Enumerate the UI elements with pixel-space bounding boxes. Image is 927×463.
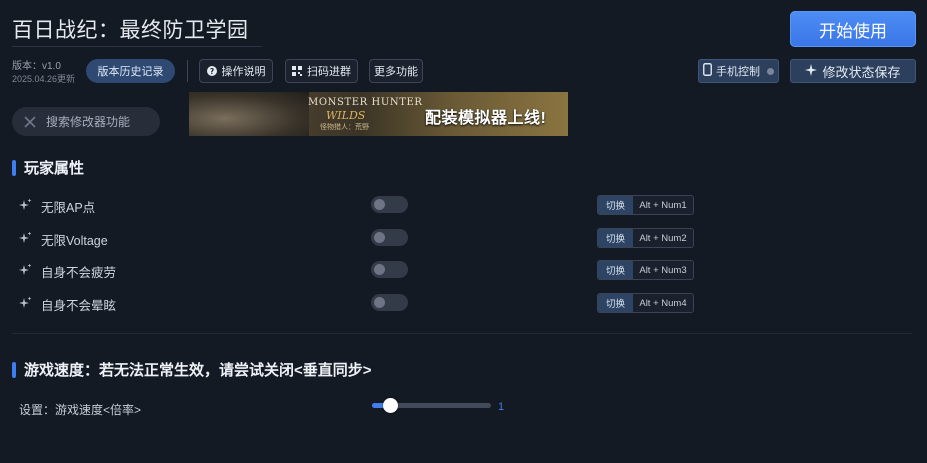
banner-headline: 配装模拟器上线! — [425, 110, 547, 127]
more-features-button[interactable]: 更多功能 — [369, 59, 423, 83]
feature-label: 无限Voltage — [41, 234, 108, 248]
feature-label: 自身不会晕眩 — [41, 299, 117, 313]
connection-status-dot — [767, 67, 774, 75]
svg-text:?: ? — [209, 67, 213, 76]
feature-label: 自身不会疲劳 — [41, 266, 117, 280]
hotkey-switch-button[interactable]: 切换 — [598, 294, 633, 312]
hotkey-group: 切换 Alt + Num4 — [597, 293, 694, 313]
title-underline — [12, 46, 262, 47]
banner-artwork — [189, 92, 309, 136]
toggle-knob — [374, 199, 385, 210]
hotkey-keys[interactable]: Alt + Num1 — [633, 196, 693, 214]
page-title: 百日战纪：最终防卫学园 — [12, 19, 249, 42]
speed-setting-label: 设置：游戏速度<倍率> — [19, 403, 142, 417]
section-accent-bar — [12, 361, 16, 378]
version-date: 2025.04.26更新 — [12, 74, 76, 84]
version-label: 版本：v1.0 — [12, 61, 61, 72]
search-placeholder: 搜索修改器功能 — [46, 115, 131, 129]
more-features-label: 更多功能 — [374, 66, 418, 78]
hotkey-keys[interactable]: Alt + Num2 — [633, 229, 693, 247]
start-button[interactable]: 开始使用 — [790, 11, 916, 47]
save-state-button[interactable]: 修改状态保存 — [790, 59, 916, 83]
toggle-knob — [374, 232, 385, 243]
hotkey-keys[interactable]: Alt + Num4 — [633, 294, 693, 312]
phone-control-button[interactable]: 手机控制 — [698, 59, 779, 83]
sparkle-icon — [18, 231, 32, 245]
banner-brand-title: MONSTER HUNTER — [308, 97, 423, 108]
save-state-label: 修改状态保存 — [822, 64, 901, 80]
sparkle-icon — [18, 296, 32, 310]
banner-brand-cn: 怪物猎人：荒野 — [320, 124, 369, 131]
feature-toggle[interactable] — [371, 294, 408, 311]
instructions-button[interactable]: ? 操作说明 — [199, 59, 273, 83]
sparkle-icon — [18, 198, 32, 212]
player-section-header: 玩家属性 — [12, 157, 84, 178]
section-accent-bar — [12, 159, 16, 176]
feature-row: 无限Voltage 切换 Alt + Num2 — [18, 228, 698, 248]
hotkey-switch-button[interactable]: 切换 — [598, 261, 633, 279]
toggle-knob — [374, 264, 385, 275]
feature-toggle[interactable] — [371, 261, 408, 278]
hotkey-keys[interactable]: Alt + Num3 — [633, 261, 693, 279]
version-info: 版本：v1.0 2025.04.26更新 — [12, 61, 75, 85]
qr-join-button[interactable]: 扫码进群 — [285, 59, 358, 83]
hotkey-switch-button[interactable]: 切换 — [598, 229, 633, 247]
phone-icon — [703, 63, 712, 79]
feature-row: 无限AP点 切换 Alt + Num1 — [18, 195, 698, 215]
toggle-knob — [374, 297, 385, 308]
player-section-title: 玩家属性 — [24, 160, 85, 177]
hotkey-group: 切换 Alt + Num1 — [597, 195, 694, 215]
search-input[interactable]: 搜索修改器功能 — [12, 107, 160, 136]
phone-control-label: 手机控制 — [716, 66, 760, 78]
feature-row: 自身不会疲劳 切换 Alt + Num3 — [18, 260, 698, 280]
hotkey-group: 切换 Alt + Num2 — [597, 228, 694, 248]
speed-section-title: 游戏速度：若无法正常生效，请尝试关闭<垂直同步> — [24, 362, 372, 379]
promo-banner[interactable]: MONSTER HUNTER WILDS 怪物猎人：荒野 配装模拟器上线! — [189, 92, 568, 136]
version-history-button[interactable]: 版本历史记录 — [86, 59, 175, 83]
banner-brand-subtitle: WILDS — [326, 109, 366, 122]
speed-slider-thumb[interactable] — [382, 398, 398, 413]
feature-toggle[interactable] — [371, 229, 408, 246]
speed-section-header: 游戏速度：若无法正常生效，请尝试关闭<垂直同步> — [12, 359, 372, 380]
hotkey-switch-button[interactable]: 切换 — [598, 196, 633, 214]
toolbar-divider — [187, 60, 188, 82]
sparkle-icon — [805, 63, 818, 79]
sparkle-icon — [18, 263, 32, 277]
qr-join-label: 扫码进群 — [307, 66, 351, 78]
speed-value: 1 — [498, 401, 505, 413]
feature-row: 自身不会晕眩 切换 Alt + Num4 — [18, 293, 698, 313]
clear-icon[interactable] — [24, 115, 36, 128]
section-divider — [12, 333, 912, 334]
feature-label: 无限AP点 — [41, 201, 96, 215]
hotkey-group: 切换 Alt + Num3 — [597, 260, 694, 280]
instructions-label: 操作说明 — [221, 66, 266, 78]
qr-code-icon — [292, 66, 302, 76]
feature-toggle[interactable] — [371, 196, 408, 213]
help-icon: ? — [206, 66, 217, 76]
